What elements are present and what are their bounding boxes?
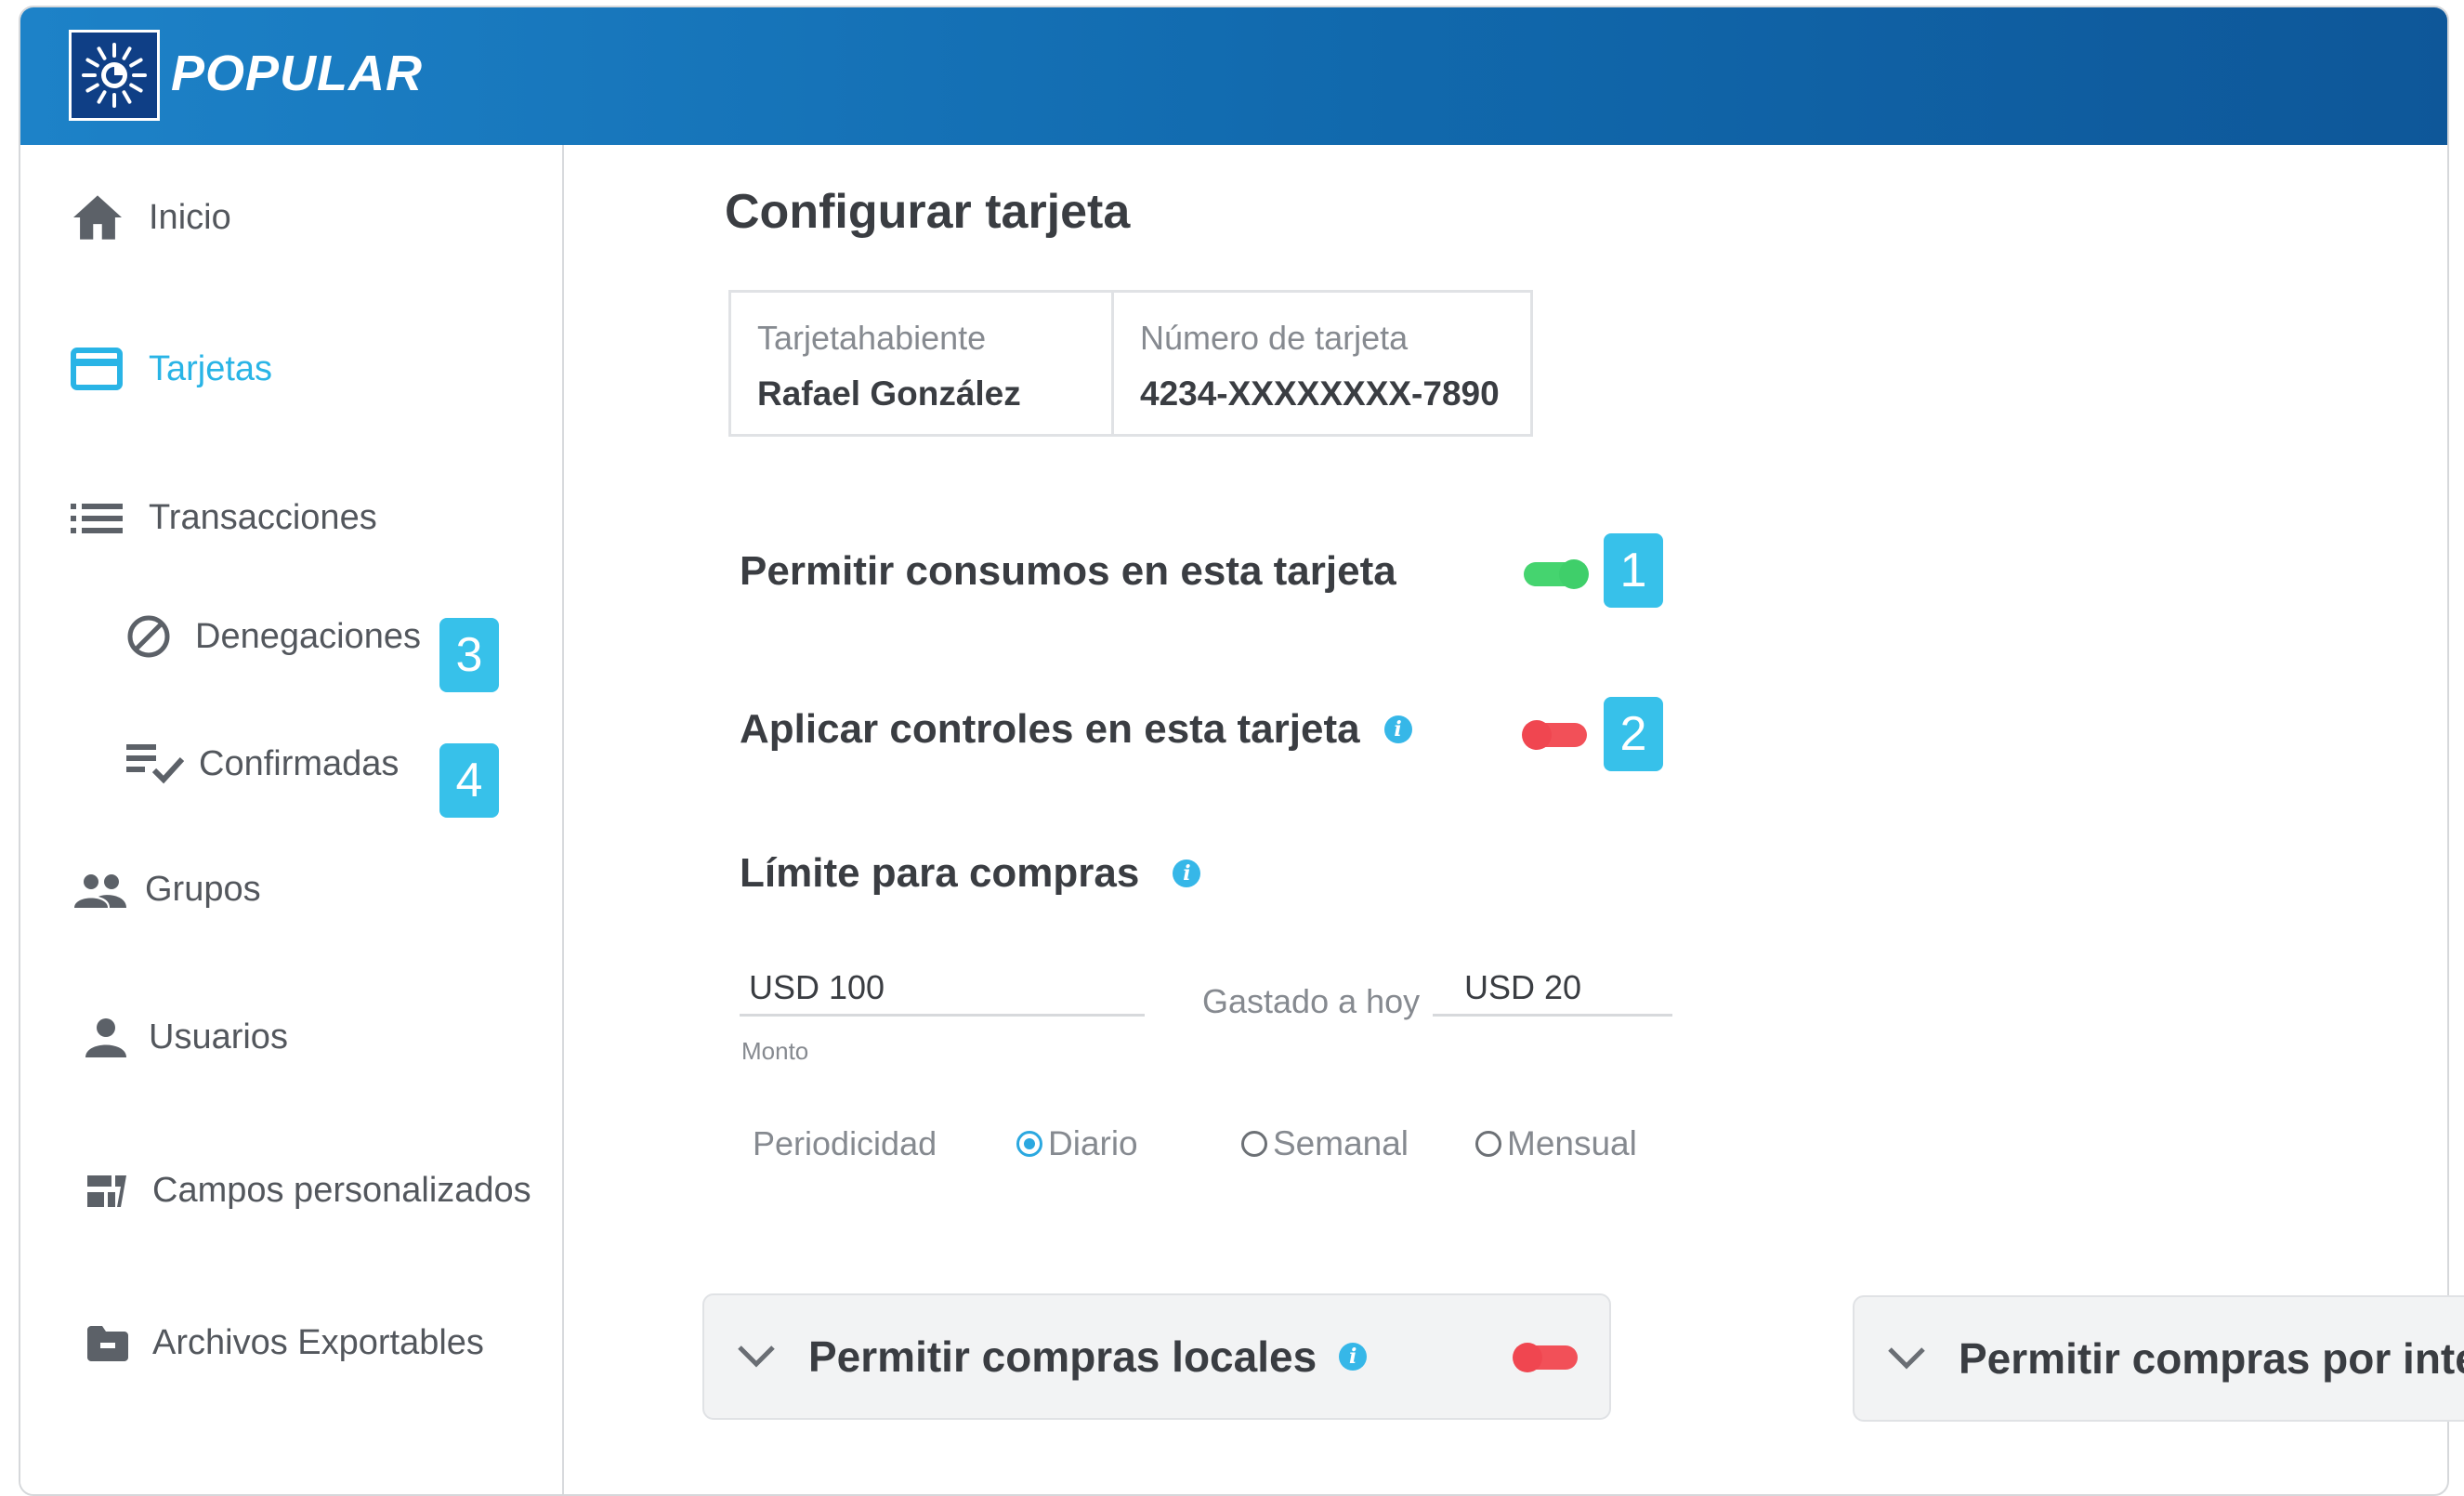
sidebar-item-archivos-exportables[interactable]: Archivos Exportables <box>87 1323 484 1363</box>
tutorial-badge: 2 <box>1604 697 1663 771</box>
sidebar-item-grupos[interactable]: Grupos <box>74 870 261 910</box>
toggle-knob <box>1559 559 1589 589</box>
card-info-box: Tarjetahabiente Rafael González Número d… <box>728 290 1533 437</box>
radio-label: Diario <box>1048 1124 1138 1162</box>
sidebar-item-label: Grupos <box>145 870 261 909</box>
card-number-value: 4234-XXXXXXXX-7890 <box>1140 374 1500 413</box>
card-number-column: Número de tarjeta 4234-XXXXXXXX-7890 <box>1114 293 1526 434</box>
info-icon[interactable]: i <box>1383 715 1412 743</box>
radio-unselected-icon <box>1241 1131 1267 1157</box>
panel-local-purchases[interactable]: Permitir compras locales i <box>702 1293 1611 1420</box>
periodicity-label: Periodicidad <box>753 1124 937 1162</box>
radio-unselected-icon <box>1475 1131 1501 1157</box>
sidebar-item-usuarios[interactable]: Usuarios <box>85 1017 288 1057</box>
playlist-check-icon <box>126 742 184 785</box>
apply-controls-toggle[interactable] <box>1522 720 1587 750</box>
sidebar: Inicio Tarjetas Transacciones Denegacion… <box>20 145 564 1494</box>
spent-label: Gastado a hoy <box>1202 982 1421 1020</box>
tutorial-badge: 1 <box>1604 533 1663 608</box>
sidebar-item-label: Tarjetas <box>149 348 273 388</box>
person-icon <box>85 1017 126 1057</box>
panel-label: Permitir compras por inte <box>1959 1334 2464 1383</box>
card-number-label: Número de tarjeta <box>1140 319 1409 357</box>
folder-icon <box>87 1325 128 1361</box>
limit-amount-input[interactable]: USD 100 <box>749 968 885 1007</box>
panel-label: Permitir compras locales <box>808 1332 1317 1381</box>
setting-label: Aplicar controles en esta tarjeta <box>740 706 1360 752</box>
chevron-down-icon[interactable] <box>1888 1347 1925 1370</box>
brand-name: POPULAR <box>171 46 424 101</box>
popular-logo[interactable] <box>69 30 160 121</box>
cardholder-column: Tarjetahabiente Rafael González <box>731 293 1114 434</box>
amount-caption: Monto <box>741 1037 809 1065</box>
cardholder-value: Rafael González <box>757 374 1021 413</box>
allow-consumption-toggle[interactable] <box>1524 559 1589 589</box>
setting-allow-consumption: Permitir consumos en esta tarjeta <box>740 548 1396 595</box>
sidebar-item-transacciones[interactable]: Transacciones <box>71 498 377 538</box>
radio-diario[interactable]: Diario <box>1016 1124 1138 1163</box>
sidebar-item-label: Usuarios <box>149 1017 288 1056</box>
setting-apply-controls: Aplicar controles en esta tarjeta i <box>740 706 1412 753</box>
top-header: POPULAR <box>20 7 2447 145</box>
setting-label: Permitir consumos en esta tarjeta <box>740 548 1396 594</box>
toggle-knob <box>1522 720 1552 750</box>
spent-value: USD 20 <box>1464 968 1582 1006</box>
spent-underline <box>1433 1014 1672 1017</box>
panel-internet-purchases[interactable]: Permitir compras por inte <box>1853 1295 2464 1422</box>
tutorial-badge: 3 <box>439 618 499 692</box>
custom-fields-icon <box>87 1174 126 1207</box>
radio-semanal[interactable]: Semanal <box>1241 1124 1409 1163</box>
tutorial-badge: 4 <box>439 743 499 818</box>
credit-card-icon <box>71 348 123 390</box>
sidebar-item-label: Denegaciones <box>195 616 421 656</box>
sun-logo-icon <box>82 43 147 108</box>
radio-label: Mensual <box>1507 1124 1637 1162</box>
sidebar-item-confirmadas[interactable]: Confirmadas <box>126 742 399 785</box>
chevron-down-icon[interactable] <box>738 1345 775 1368</box>
purchase-limit-title: Límite para compras <box>740 850 1140 896</box>
home-icon <box>71 193 125 242</box>
toggle-knob <box>1513 1343 1542 1372</box>
info-icon[interactable]: i <box>1339 1343 1368 1371</box>
radio-selected-icon <box>1016 1131 1042 1157</box>
page-title: Configurar tarjeta <box>725 185 1131 239</box>
info-icon[interactable]: i <box>1173 860 1201 887</box>
sidebar-item-denegaciones[interactable]: Denegaciones <box>126 614 421 659</box>
group-icon <box>74 873 126 908</box>
sidebar-item-campos-personalizados[interactable]: Campos personalizados <box>87 1171 531 1211</box>
sidebar-item-label: Transacciones <box>149 498 377 537</box>
amount-underline <box>740 1014 1145 1017</box>
sidebar-item-label: Archivos Exportables <box>152 1323 484 1362</box>
purchase-limit-heading: Límite para compras i <box>740 850 1201 897</box>
radio-mensual[interactable]: Mensual <box>1475 1124 1637 1163</box>
sidebar-item-inicio[interactable]: Inicio <box>71 193 231 242</box>
sidebar-item-label: Campos personalizados <box>152 1171 531 1210</box>
sidebar-item-label: Confirmadas <box>199 743 400 783</box>
sidebar-item-label: Inicio <box>149 197 231 237</box>
cardholder-label: Tarjetahabiente <box>757 319 987 357</box>
block-icon <box>126 614 171 659</box>
radio-label: Semanal <box>1273 1124 1409 1162</box>
sidebar-item-tarjetas[interactable]: Tarjetas <box>71 348 272 390</box>
list-icon <box>71 502 123 535</box>
local-purchases-toggle[interactable] <box>1513 1343 1578 1372</box>
